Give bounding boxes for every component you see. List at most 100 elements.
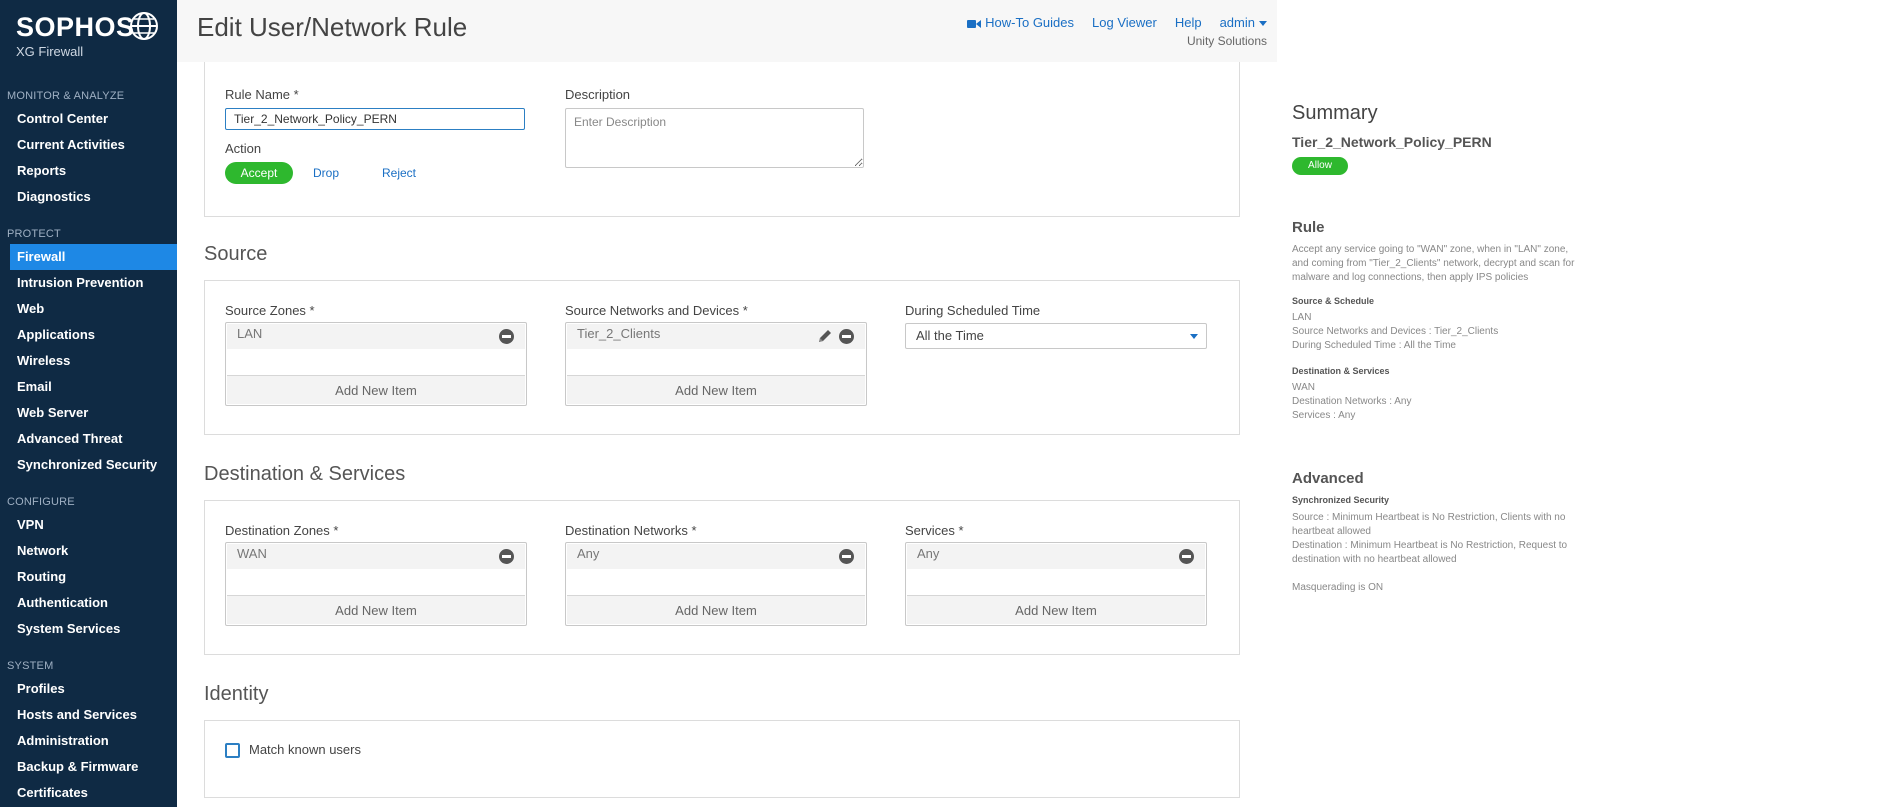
summary-source-heading: Source & Schedule: [1292, 296, 1375, 306]
add-new-item-button[interactable]: Add New Item: [907, 595, 1205, 624]
summary-advanced-heading: Advanced: [1292, 470, 1364, 487]
remove-icon[interactable]: [499, 329, 514, 344]
sidebar-item-diagnostics[interactable]: Diagnostics: [0, 184, 177, 210]
sidebar-item-email[interactable]: Email: [0, 374, 177, 400]
sidebar-item-network[interactable]: Network: [0, 538, 177, 564]
action-label: Action: [225, 141, 262, 156]
add-new-item-button[interactable]: Add New Item: [567, 375, 865, 404]
sidebar-item-routing[interactable]: Routing: [0, 564, 177, 590]
summary-masquerading: Masquerading is ON: [1292, 582, 1384, 593]
how-to-guides-label: How-To Guides: [985, 15, 1075, 30]
match-known-users-checkbox[interactable]: [225, 743, 240, 758]
source-section-title: Source: [204, 243, 268, 265]
destination-card: Destination Zones * WAN Add New Item Des…: [204, 500, 1240, 655]
sidebar-item-advanced-threat[interactable]: Advanced Threat: [0, 426, 177, 452]
source-card: Source Zones * LAN Add New Item Source N…: [204, 280, 1240, 435]
summary-source-line: LAN: [1292, 312, 1312, 323]
nav-gap: [0, 642, 177, 654]
summary-destination-heading: Destination & Services: [1292, 366, 1390, 376]
nav-gap: [0, 478, 177, 490]
remove-icon[interactable]: [499, 549, 514, 564]
sidebar-item-applications[interactable]: Applications: [0, 322, 177, 348]
source-zones-box: LAN Add New Item: [225, 322, 527, 406]
identity-section-title: Identity: [204, 683, 269, 705]
sidebar-item-certificates[interactable]: Certificates: [0, 780, 177, 806]
sidebar-item-system-services[interactable]: System Services: [0, 616, 177, 642]
match-known-users-label: Match known users: [249, 742, 361, 757]
pencil-icon[interactable]: [816, 327, 834, 345]
video-camera-icon: [967, 19, 982, 28]
source-zones-label: Source Zones *: [225, 303, 315, 318]
sidebar-item-firewall[interactable]: Firewall: [10, 244, 177, 270]
remove-icon[interactable]: [839, 549, 854, 564]
how-to-guides-link[interactable]: How-To Guides: [967, 15, 1074, 30]
list-item: Any: [907, 544, 1205, 569]
drop-button[interactable]: Drop: [301, 162, 351, 184]
destination-zone-value: WAN: [237, 546, 267, 561]
admin-menu[interactable]: admin: [1220, 15, 1267, 30]
summary-source-line: Source Networks and Devices : Tier_2_Cli…: [1292, 326, 1499, 337]
header-links: How-To Guides Log Viewer Help admin: [967, 15, 1267, 30]
main-content: Rule Name * Description Action Accept Dr…: [177, 62, 1277, 807]
page-title: Edit User/Network Rule: [197, 12, 468, 42]
sidebar-item-web[interactable]: Web: [0, 296, 177, 322]
rule-name-input[interactable]: [225, 108, 525, 130]
help-link[interactable]: Help: [1175, 15, 1202, 30]
add-new-item-button[interactable]: Add New Item: [227, 375, 525, 404]
summary-rule-description: Accept any service going to "WAN" zone, …: [1292, 244, 1575, 283]
sidebar-item-hosts-and-services[interactable]: Hosts and Services: [0, 702, 177, 728]
rule-card: Rule Name * Description Action Accept Dr…: [204, 62, 1240, 217]
list-item: WAN: [227, 544, 525, 569]
sidebar-item-backup-firmware[interactable]: Backup & Firmware: [0, 754, 177, 780]
add-new-item-button[interactable]: Add New Item: [227, 595, 525, 624]
sidebar-item-synchronized-security[interactable]: Synchronized Security: [0, 452, 177, 478]
company-name: Unity Solutions: [1186, 34, 1267, 48]
reject-button[interactable]: Reject: [371, 162, 427, 184]
sidebar-item-authentication[interactable]: Authentication: [0, 590, 177, 616]
chevron-down-icon: [1259, 21, 1267, 27]
nav-section-monitor: MONITOR & ANALYZE Control Center Current…: [0, 84, 177, 210]
summary-source-line: During Scheduled Time : All the Time: [1292, 340, 1456, 351]
sidebar-item-profiles[interactable]: Profiles: [0, 676, 177, 702]
summary-sync-source: Source : Minimum Heartbeat is No Restric…: [1292, 512, 1566, 537]
source-networks-label: Source Networks and Devices *: [565, 303, 748, 318]
description-label: Description: [565, 87, 631, 102]
nav-section-title: CONFIGURE: [7, 496, 75, 508]
summary-panel: Summary Tier_2_Network_Policy_PERN Allow…: [1292, 0, 1592, 807]
sophos-globe-icon: [130, 12, 158, 40]
list-item: Any: [567, 544, 865, 569]
sidebar-item-reports[interactable]: Reports: [0, 158, 177, 184]
sidebar-item-current-activities[interactable]: Current Activities: [0, 132, 177, 158]
schedule-select[interactable]: All the Time: [905, 323, 1207, 349]
list-item: LAN: [227, 324, 525, 349]
destination-network-value: Any: [577, 546, 600, 561]
destination-zones-box: WAN Add New Item: [225, 542, 527, 626]
sidebar-item-vpn[interactable]: VPN: [0, 512, 177, 538]
nav-gap: [0, 210, 177, 222]
schedule-label: During Scheduled Time: [905, 303, 1041, 318]
add-new-item-button[interactable]: Add New Item: [567, 595, 865, 624]
summary-destination-line: Destination Networks : Any: [1292, 396, 1412, 407]
summary-title: Summary: [1292, 102, 1378, 124]
nav-section-title: SYSTEM: [7, 660, 54, 672]
services-label: Services *: [905, 523, 964, 538]
remove-icon[interactable]: [839, 329, 854, 344]
services-value: Any: [917, 546, 940, 561]
accept-button[interactable]: Accept: [225, 162, 293, 184]
summary-destination-line: Services : Any: [1292, 410, 1356, 421]
remove-icon[interactable]: [1179, 549, 1194, 564]
sidebar-item-intrusion-prevention[interactable]: Intrusion Prevention: [0, 270, 177, 296]
nav-section-protect: PROTECT Firewall Intrusion Prevention We…: [0, 222, 177, 478]
sidebar-item-control-center[interactable]: Control Center: [0, 106, 177, 132]
summary-sync-heading: Synchronized Security: [1292, 495, 1390, 505]
log-viewer-link[interactable]: Log Viewer: [1092, 15, 1157, 30]
destination-section-title: Destination & Services: [204, 463, 406, 485]
destination-networks-label: Destination Networks *: [565, 523, 697, 538]
sidebar-item-wireless[interactable]: Wireless: [0, 348, 177, 374]
sidebar: SOPHOS XG Firewall MONITOR & ANALYZE Con…: [0, 0, 177, 807]
destination-zones-label: Destination Zones *: [225, 523, 339, 538]
status-badge: Allow: [1292, 157, 1348, 175]
sidebar-item-administration[interactable]: Administration: [0, 728, 177, 754]
sidebar-item-web-server[interactable]: Web Server: [0, 400, 177, 426]
description-textarea[interactable]: [565, 108, 864, 168]
